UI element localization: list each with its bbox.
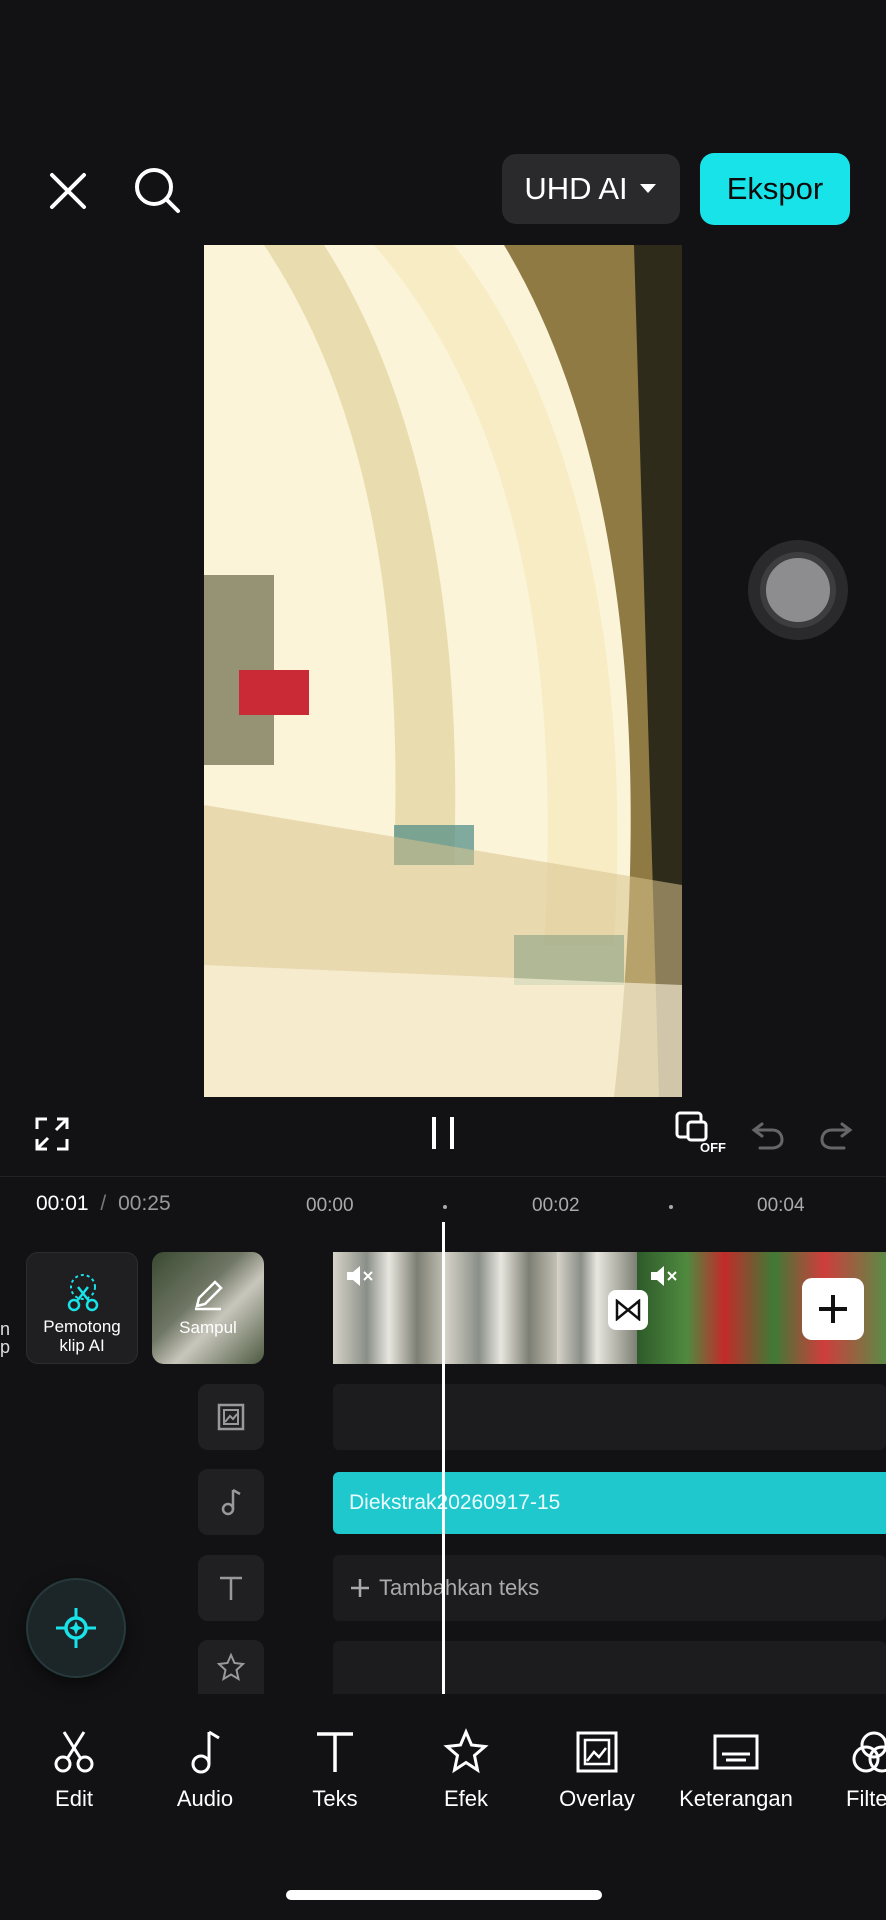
tool-audio-label: Audio	[176, 1786, 234, 1811]
total-time: 00:25	[118, 1192, 171, 1215]
text-icon	[220, 1576, 242, 1600]
tool-overlay[interactable]: Overlay	[537, 1728, 657, 1812]
audio-clip[interactable]: Diekstrak20260917-15	[333, 1472, 886, 1534]
export-button[interactable]: Ekspor	[700, 153, 850, 225]
plus-icon	[819, 1295, 847, 1323]
tool-text[interactable]: Teks	[275, 1728, 395, 1812]
undo-button[interactable]	[748, 1114, 788, 1154]
redo-button[interactable]	[816, 1114, 856, 1154]
close-icon	[50, 173, 86, 209]
music-note-icon	[191, 1730, 220, 1774]
ai-scissors-icon	[67, 1274, 99, 1312]
add-text-track[interactable]: Tambahkan teks	[333, 1555, 886, 1621]
export-label: Ekspor	[726, 171, 824, 206]
joystick-knob	[760, 552, 836, 628]
left-cut-label[interactable]: n p	[0, 1320, 10, 1356]
overlay-icon	[576, 1731, 618, 1773]
cover-button[interactable]: Sampul	[152, 1252, 264, 1364]
preview-frame-image	[204, 245, 682, 1097]
ai-clip-cutter-button[interactable]: Pemotong klip AI	[26, 1252, 138, 1364]
quality-label: UHD AI	[524, 171, 628, 206]
tool-audio[interactable]: Audio	[145, 1728, 265, 1812]
audio-track-button[interactable]	[198, 1469, 264, 1535]
text-icon	[317, 1732, 353, 1772]
keyframe-toggle-button[interactable]: OFF	[674, 1110, 730, 1160]
scissors-icon	[54, 1731, 94, 1773]
redo-icon	[820, 1122, 853, 1150]
audio-clip-name: Diekstrak20260917-15	[349, 1491, 561, 1514]
off-badge: OFF	[700, 1140, 726, 1155]
ruler-label: 00:00	[306, 1195, 354, 1216]
plus-icon	[351, 1579, 369, 1597]
text-track-button[interactable]	[198, 1555, 264, 1621]
search-button[interactable]	[130, 162, 184, 218]
video-track[interactable]	[333, 1252, 886, 1364]
transition-button[interactable]	[608, 1290, 648, 1330]
overlay-track-button[interactable]	[198, 1384, 264, 1450]
ai-assistant-button[interactable]	[28, 1580, 124, 1676]
chevron-down-icon	[639, 184, 656, 193]
effects-track[interactable]	[333, 1641, 886, 1694]
tool-filter-label: Filte	[846, 1786, 886, 1811]
search-icon	[135, 168, 180, 213]
tool-text-label: Teks	[312, 1786, 358, 1811]
ruler-dot	[443, 1205, 447, 1209]
home-indicator[interactable]	[286, 1890, 602, 1900]
bottom-toolbar: Edit Audio Teks Efek Overlay Keterangan …	[0, 1706, 886, 1920]
video-preview[interactable]	[204, 245, 682, 1097]
current-time: 00:01	[36, 1192, 89, 1215]
close-button[interactable]	[42, 165, 94, 217]
ai-clip-cutter-label: Pemotong klip AI	[43, 1317, 121, 1355]
filter-icon	[852, 1731, 886, 1773]
caption-icon	[713, 1734, 759, 1770]
add-clip-button[interactable]	[802, 1278, 864, 1340]
effects-track-button[interactable]	[198, 1640, 264, 1694]
fullscreen-button[interactable]	[32, 1114, 72, 1154]
tool-captions-label: Keterangan	[679, 1786, 793, 1811]
star-effect-icon	[443, 1728, 489, 1774]
ruler-label: 00:04	[757, 1195, 805, 1216]
tool-overlay-label: Overlay	[559, 1786, 635, 1811]
tool-captions[interactable]: Keterangan	[675, 1728, 797, 1812]
ai-sparkle-icon	[56, 1608, 96, 1648]
star-effect-icon	[216, 1652, 246, 1682]
timecode: 00:01 / 00:25	[36, 1192, 171, 1216]
clip-thumbnail	[445, 1252, 557, 1364]
pause-button[interactable]	[424, 1110, 464, 1156]
add-text-label: Tambahkan teks	[379, 1575, 540, 1600]
quality-dropdown[interactable]: UHD AI	[502, 154, 680, 224]
overlay-track[interactable]	[333, 1384, 886, 1450]
floating-joystick[interactable]	[748, 540, 848, 640]
pause-icon	[432, 1117, 454, 1149]
fullscreen-icon	[35, 1117, 69, 1151]
mute-icon	[651, 1266, 677, 1286]
time-separator: /	[100, 1192, 107, 1215]
cover-label: Sampul	[179, 1318, 237, 1337]
tool-filter[interactable]: Filte	[820, 1728, 886, 1812]
ruler-dot	[669, 1205, 673, 1209]
mute-icon	[347, 1266, 373, 1286]
tool-effects[interactable]: Efek	[406, 1728, 526, 1812]
tool-effects-label: Efek	[443, 1786, 489, 1811]
transition-icon	[615, 1299, 641, 1321]
ruler-label: 00:02	[532, 1195, 580, 1216]
undo-icon	[751, 1122, 784, 1150]
tool-edit-label: Edit	[55, 1786, 93, 1811]
overlay-icon	[217, 1403, 245, 1431]
tool-edit[interactable]: Edit	[14, 1728, 134, 1812]
music-note-icon	[221, 1488, 241, 1516]
edit-pencil-icon	[195, 1280, 223, 1311]
playhead[interactable]	[442, 1222, 445, 1694]
